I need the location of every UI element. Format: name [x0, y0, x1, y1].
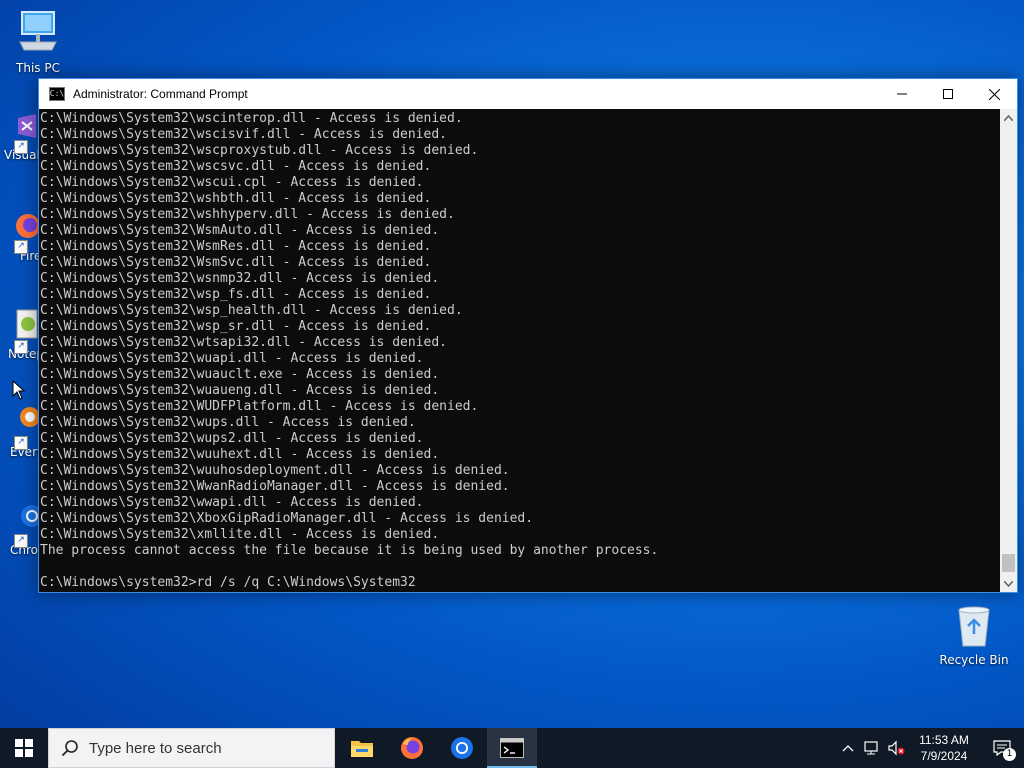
command-prompt-window[interactable]: C:\ Administrator: Command Prompt C:\Win…: [38, 78, 1018, 593]
command-prompt-icon: C:\: [49, 87, 65, 101]
console-line: C:\Windows\System32\xmllite.dll - Access…: [40, 527, 440, 542]
scroll-down-button[interactable]: [1000, 575, 1017, 592]
console-line: C:\Windows\System32\wscisvif.dll - Acces…: [40, 127, 447, 142]
show-hidden-icons-button[interactable]: [836, 728, 860, 768]
taskbar-file-explorer[interactable]: [337, 728, 387, 768]
desktop-icon-firefox[interactable]: ↗ Firefox: [0, 212, 40, 263]
minimize-icon: [897, 93, 907, 95]
clock-time: 11:53 AM: [919, 733, 969, 747]
chrome-icon: [451, 737, 473, 759]
chrome-icon: [14, 502, 40, 535]
console-line: C:\Windows\System32\wsp_health.dll - Acc…: [40, 303, 463, 318]
console-line: C:\Windows\System32\wups.dll - Access is…: [40, 415, 416, 430]
desktop-icon-chrome[interactable]: ↗ Chrome: [0, 502, 40, 557]
close-icon: [988, 88, 1000, 100]
minimize-button[interactable]: [879, 79, 925, 109]
recycle-bin-icon: [936, 602, 1012, 651]
action-center-button[interactable]: 1: [980, 728, 1024, 768]
console-line: C:\Windows\System32\XboxGipRadioManager.…: [40, 511, 534, 526]
shortcut-arrow-icon: ↗: [14, 140, 28, 154]
shortcut-arrow-icon: ↗: [14, 436, 28, 450]
console-line: C:\Windows\System32\wsp_sr.dll - Access …: [40, 319, 432, 334]
console-line: C:\Windows\System32\wscproxystub.dll - A…: [40, 143, 479, 158]
taskbar-firefox[interactable]: [387, 728, 437, 768]
system-tray: 11:53 AM 7/9/2024 1: [836, 728, 1024, 768]
taskbar-clock[interactable]: 11:53 AM 7/9/2024: [908, 732, 980, 764]
console-line: The process cannot access the file becau…: [40, 543, 659, 558]
console-line: C:\Windows\System32\wsnmp32.dll - Access…: [40, 271, 440, 286]
network-button[interactable]: [860, 728, 884, 768]
console-line: C:\Windows\System32\WwanRadioManager.dll…: [40, 479, 510, 494]
taskbar-search-box[interactable]: Type here to search: [48, 728, 335, 768]
clock-date: 7/9/2024: [920, 749, 968, 763]
console-line: C:\Windows\System32\wscsvc.dll - Access …: [40, 159, 432, 174]
console-line: C:\Windows\System32\WUDFPlatform.dll - A…: [40, 399, 479, 414]
console-line: C:\Windows\System32\WsmAuto.dll - Access…: [40, 223, 440, 238]
console-line: C:\Windows\System32\wscinterop.dll - Acc…: [40, 111, 463, 126]
console-line: C:\Windows\System32\WsmSvc.dll - Access …: [40, 255, 432, 270]
console-line: C:\Windows\System32\wuuhosdeployment.dll…: [40, 463, 510, 478]
taskbar-command-prompt[interactable]: [487, 728, 537, 768]
title-bar[interactable]: C:\ Administrator: Command Prompt: [39, 79, 1017, 109]
shortcut-arrow-icon: ↗: [14, 240, 28, 254]
desktop-icon-vscode[interactable]: ↗ Visual Studio Code: [0, 112, 40, 163]
firefox-icon: [401, 737, 423, 759]
console-line: C:\Windows\System32\wups2.dll - Access i…: [40, 431, 424, 446]
chevron-up-icon: [1004, 114, 1013, 121]
console-line: C:\Windows\System32\WsmRes.dll - Access …: [40, 239, 432, 254]
maximize-icon: [943, 89, 953, 99]
console-line: C:\Windows\System32\wuuhext.dll - Access…: [40, 447, 440, 462]
vertical-scrollbar[interactable]: [1000, 109, 1017, 592]
console-line: C:\Windows\System32\wscui.cpl - Access i…: [40, 175, 424, 190]
start-button[interactable]: [0, 728, 48, 768]
command-prompt-icon: [500, 738, 524, 758]
search-placeholder: Type here to search: [89, 739, 222, 757]
desktop-icon-label: Recycle Bin: [939, 653, 1009, 667]
desktop-icon-notepadpp[interactable]: ↗ Notepad++: [0, 308, 40, 361]
console-line: C:\Windows\System32\wwapi.dll - Access i…: [40, 495, 424, 510]
notification-count-badge: 1: [1003, 748, 1016, 761]
volume-button[interactable]: [884, 728, 908, 768]
console-line: C:\Windows\System32\wuapi.dll - Access i…: [40, 351, 424, 366]
chevron-down-icon: [1004, 580, 1013, 587]
maximize-button[interactable]: [925, 79, 971, 109]
shortcut-arrow-icon: ↗: [14, 534, 28, 548]
console-line: C:\Windows\System32\wshbth.dll - Access …: [40, 191, 432, 206]
taskbar: Type here to search 11:53 AM 7/9/2024 1: [0, 728, 1024, 768]
desktop-icon-label: This PC: [16, 61, 60, 75]
close-button[interactable]: [971, 79, 1017, 109]
windows-logo-icon: [15, 739, 33, 757]
computer-icon: [0, 8, 76, 59]
console-output[interactable]: C:\Windows\System32\wscinterop.dll - Acc…: [39, 109, 999, 592]
mouse-cursor-icon: [12, 379, 26, 404]
search-icon: [61, 740, 78, 757]
desktop-icon-this-pc[interactable]: This PC: [0, 8, 76, 75]
notepadpp-icon: [14, 308, 40, 343]
shortcut-arrow-icon: ↗: [14, 340, 28, 354]
window-title: Administrator: Command Prompt: [73, 87, 248, 101]
volume-muted-icon: [888, 740, 905, 756]
vscode-icon: [14, 112, 40, 143]
console-line: C:\Windows\System32\wshhyperv.dll - Acce…: [40, 207, 455, 222]
chevron-up-icon: [842, 745, 854, 752]
network-icon: [864, 741, 878, 755]
console-line: C:\Windows\System32\wtsapi32.dll - Acces…: [40, 335, 447, 350]
firefox-icon: [14, 212, 40, 243]
file-explorer-icon: [351, 741, 373, 757]
scrollbar-thumb[interactable]: [1002, 554, 1015, 572]
console-line: C:\Windows\system32>rd /s /q C:\Windows\…: [40, 575, 416, 590]
console-line: C:\Windows\System32\wuaueng.dll - Access…: [40, 383, 440, 398]
desktop-icon-recycle-bin[interactable]: Recycle Bin: [936, 602, 1012, 667]
console-line: C:\Windows\System32\wuauclt.exe - Access…: [40, 367, 440, 382]
taskbar-chrome[interactable]: [437, 728, 487, 768]
desktop-icon-everything[interactable]: ↗ Everything: [0, 404, 40, 459]
scroll-up-button[interactable]: [1000, 109, 1017, 126]
everything-icon: [14, 404, 40, 437]
console-line: C:\Windows\System32\wsp_fs.dll - Access …: [40, 287, 432, 302]
